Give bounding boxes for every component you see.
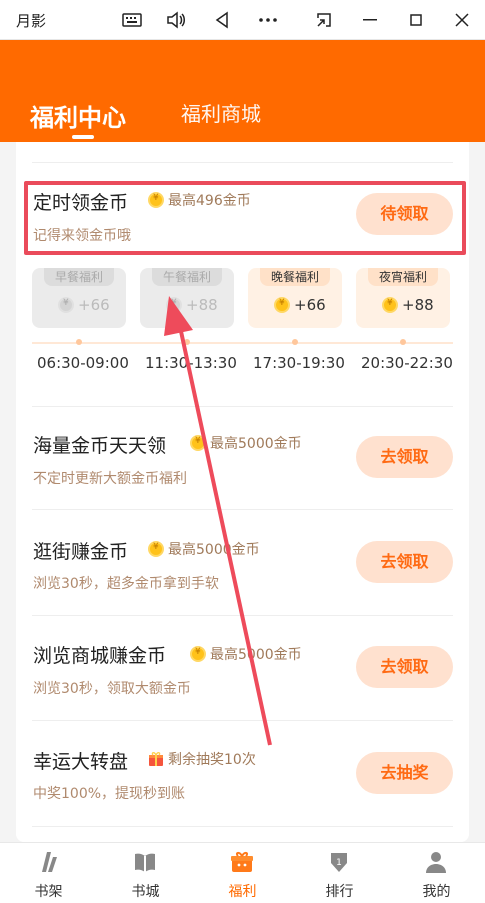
meal-slot-late-night[interactable]: 夜宵福利 +88 [356, 268, 450, 328]
minimize-icon[interactable] [358, 8, 382, 32]
nav-label: 我的 [422, 884, 451, 900]
timeline-dot [292, 339, 298, 345]
task-subtitle: 浏览30秒，超多金币拿到手软 [33, 576, 219, 592]
task-badge: 最高5000金币 [190, 644, 302, 664]
task-badge-text: 剩余抽奖10次 [168, 752, 256, 768]
claim-button[interactable]: 去领取 [356, 541, 453, 583]
claim-button[interactable]: 去领取 [356, 436, 453, 478]
task-badge: 最高5000金币 [190, 433, 302, 453]
coin-icon [190, 646, 206, 662]
task-subtitle: 不定时更新大额金币福利 [33, 471, 187, 487]
claim-button[interactable]: 去领取 [356, 646, 453, 688]
nav-label: 福利 [228, 884, 257, 900]
slot-time: 06:30-09:00 [37, 354, 129, 372]
screen-cast-icon[interactable] [312, 8, 336, 32]
maximize-icon[interactable] [404, 8, 428, 32]
svg-text:1: 1 [336, 858, 342, 868]
nav-label: 书城 [131, 884, 160, 900]
gift-icon [148, 751, 164, 767]
volume-icon[interactable] [164, 8, 188, 32]
back-icon[interactable] [210, 8, 234, 32]
slot-amount: +88 [382, 296, 434, 314]
slot-amount-text: +88 [402, 296, 434, 314]
active-tab-indicator [72, 135, 94, 139]
slot-label: 夜宵福利 [368, 268, 438, 286]
gift-box-icon [230, 850, 254, 874]
more-icon[interactable] [256, 8, 280, 32]
slot-amount: +88 [166, 296, 218, 314]
timeline-dot [184, 339, 190, 345]
task-title: 逛街赚金币 [33, 541, 129, 563]
task-badge-text: 最高5000金币 [210, 436, 302, 452]
tab-welfare-center[interactable]: 福利中心 [30, 98, 126, 133]
timeline [32, 342, 453, 344]
task-badge: 剩余抽奖10次 [148, 749, 256, 769]
book-icon [133, 850, 157, 874]
slot-amount-text: +66 [78, 296, 110, 314]
meal-slot-dinner[interactable]: 晚餐福利 +66 [248, 268, 342, 328]
task-subtitle: 中奖100%，提现秒到账 [33, 786, 186, 802]
slot-time: 11:30-13:30 [145, 354, 237, 372]
coin-icon [274, 297, 290, 313]
meal-slot-lunch[interactable]: 午餐福利 +88 [140, 268, 234, 328]
coin-icon [148, 541, 164, 557]
bottom-navigation: 书架 书城 福利 1 排行 我的 [0, 842, 485, 903]
coin-icon [382, 297, 398, 313]
bookshelf-icon [36, 850, 60, 874]
task-card: 定时领金币 最高496金币 记得来领金币哦 待领取 早餐福利 +66 午餐福利 … [16, 142, 469, 842]
app-title: 月影 [16, 12, 47, 30]
page-header: 福利中心 福利商城 [0, 40, 485, 142]
nav-label: 书架 [34, 884, 63, 900]
task-title: 海量金币天天领 [33, 435, 167, 457]
timeline-dot [400, 339, 406, 345]
meal-slot-breakfast[interactable]: 早餐福利 +66 [32, 268, 126, 328]
slot-label: 晚餐福利 [260, 268, 330, 286]
task-badge-text: 最高5000金币 [168, 542, 260, 558]
slot-amount-text: +88 [186, 296, 218, 314]
profile-icon [424, 850, 448, 874]
ranking-icon: 1 [327, 850, 351, 874]
divider [32, 509, 453, 510]
nav-profile[interactable]: 我的 [388, 843, 485, 903]
slot-label: 早餐福利 [44, 268, 114, 286]
divider [32, 720, 453, 721]
task-title: 幸运大转盘 [33, 751, 129, 773]
divider [32, 826, 453, 827]
coin-icon [58, 297, 74, 313]
slot-time: 20:30-22:30 [361, 354, 453, 372]
divider [32, 406, 453, 407]
nav-bookshelf[interactable]: 书架 [0, 843, 97, 903]
task-subtitle: 浏览30秒，领取大额金币 [33, 681, 191, 697]
timeline-dot [76, 339, 82, 345]
nav-welfare[interactable]: 福利 [194, 843, 291, 903]
close-icon[interactable] [450, 8, 474, 32]
divider [32, 615, 453, 616]
slot-amount: +66 [58, 296, 110, 314]
slot-amount: +66 [274, 296, 326, 314]
slot-time: 17:30-19:30 [253, 354, 345, 372]
task-badge: 最高5000金币 [148, 539, 260, 559]
nav-ranking[interactable]: 1 排行 [291, 843, 388, 903]
nav-label: 排行 [325, 884, 354, 900]
task-title: 浏览商城赚金币 [33, 645, 167, 667]
divider [32, 162, 453, 163]
lottery-button[interactable]: 去抽奖 [356, 752, 453, 794]
keyboard-icon[interactable] [120, 8, 144, 32]
coin-icon [190, 435, 206, 451]
slot-label: 午餐福利 [152, 268, 222, 286]
highlight-box [24, 181, 466, 255]
slot-amount-text: +66 [294, 296, 326, 314]
nav-bookstore[interactable]: 书城 [97, 843, 194, 903]
task-badge-text: 最高5000金币 [210, 647, 302, 663]
window-titlebar: 月影 [0, 0, 485, 40]
tab-welfare-mall[interactable]: 福利商城 [181, 98, 261, 127]
coin-icon [166, 297, 182, 313]
